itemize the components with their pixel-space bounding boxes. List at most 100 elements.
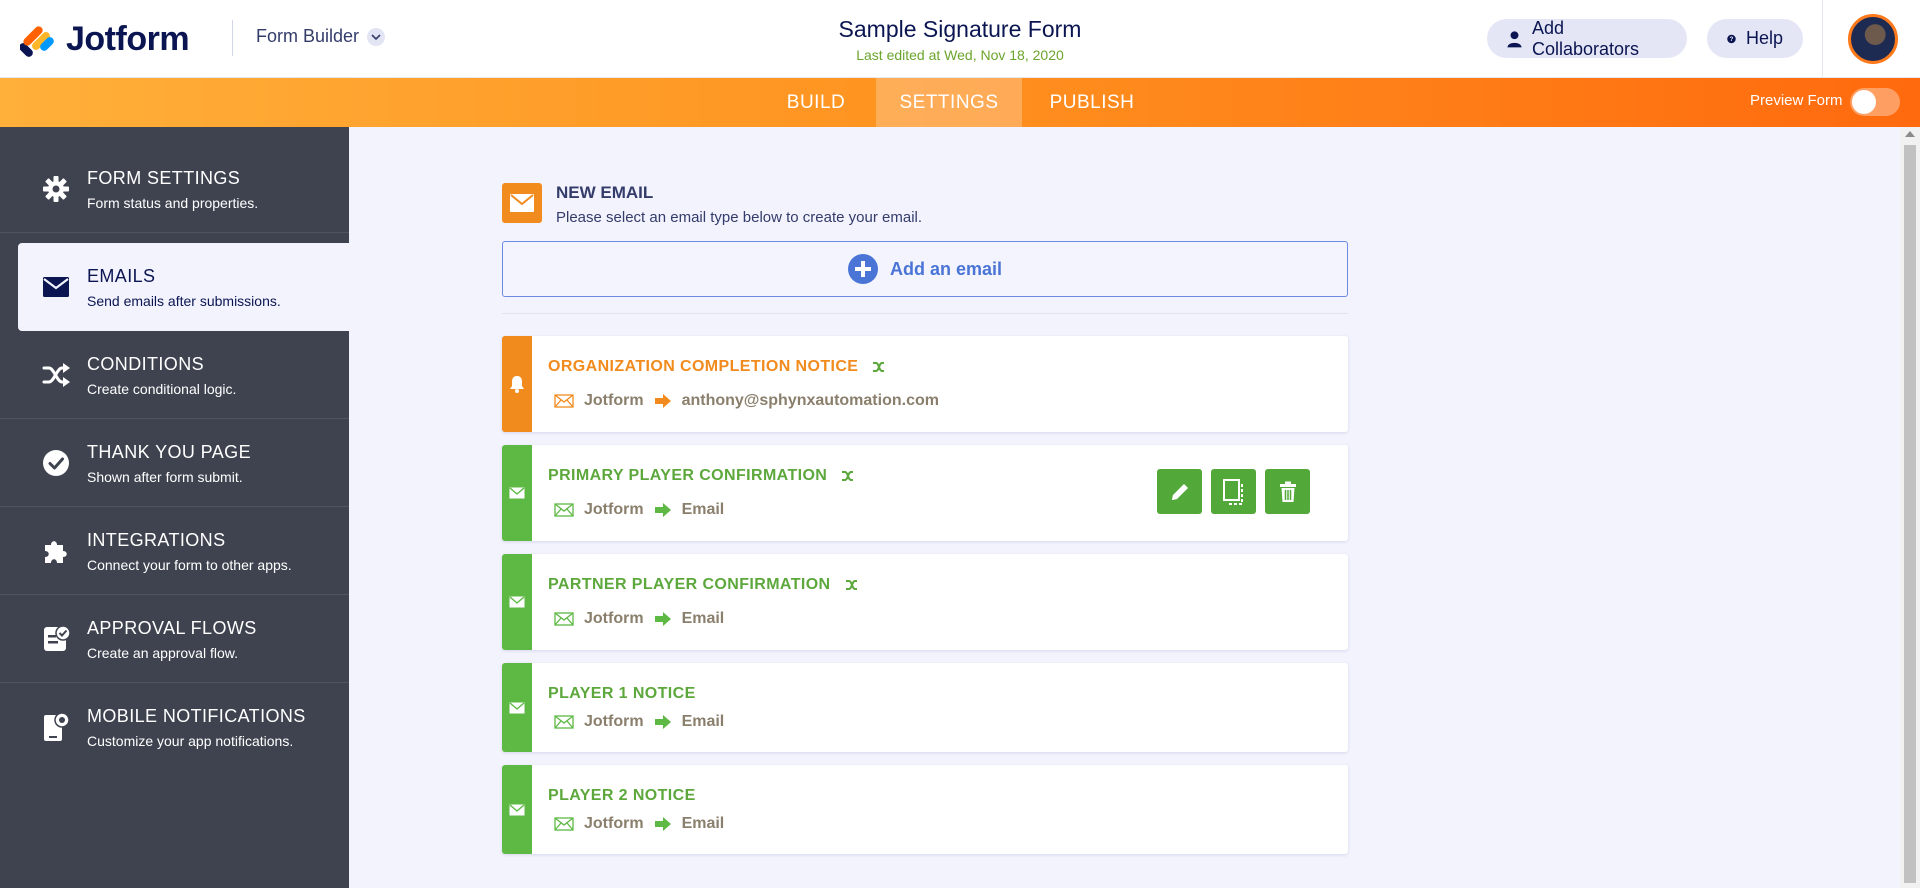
add-email-button[interactable]: Add an email [502, 241, 1348, 297]
email-type-bar [502, 554, 532, 650]
email-card-organization-completion-notice[interactable]: ORGANIZATION COMPLETION NOTICE Jotform a… [502, 336, 1348, 432]
scrollbar-thumb[interactable] [1904, 145, 1916, 883]
envelope-outline-icon [554, 612, 574, 626]
envelope-outline-icon [554, 715, 574, 729]
svg-text:?: ? [1730, 37, 1734, 43]
edit-email-button[interactable] [1157, 469, 1202, 514]
preview-form-toggle[interactable] [1850, 88, 1900, 116]
tab-publish[interactable]: PUBLISH [1032, 78, 1152, 127]
help-label: Help [1745, 28, 1783, 48]
main-scrollbar[interactable] [1900, 127, 1920, 888]
email-route: Jotform Email [554, 501, 724, 519]
email-card-title: PLAYER 2 NOTICE [548, 787, 696, 805]
envelope-outline-icon [554, 394, 574, 408]
email-card-actions [1157, 469, 1310, 514]
sidebar-item-title: THANK YOU PAGE [87, 442, 251, 462]
sidebar-item-approval-flows[interactable]: APPROVAL FLOWS Create an approval flow. [0, 595, 349, 683]
header-divider-right [1822, 0, 1823, 78]
tab-build[interactable]: BUILD [766, 78, 866, 127]
add-email-label: Add an email [889, 258, 1003, 279]
logo-text: Jotform [66, 20, 190, 58]
help-button[interactable]: ? Help [1707, 19, 1803, 58]
jotform-logo-icon [19, 22, 56, 58]
shuffle-icon [40, 359, 72, 391]
envelope-icon [509, 803, 525, 815]
email-card-title: PRIMARY PLAYER CONFIRMATION [548, 467, 855, 485]
envelope-outline-icon [554, 503, 574, 517]
arrow-right-icon [654, 503, 671, 517]
add-collaborators-label: Add Collaborators [1531, 17, 1640, 59]
clone-email-button[interactable] [1211, 469, 1256, 514]
email-from: Jotform [584, 392, 644, 409]
email-card-title: PLAYER 1 NOTICE [548, 685, 696, 703]
sidebar-item-desc: Form status and properties. [87, 195, 259, 211]
sidebar-item-title: APPROVAL FLOWS [87, 618, 257, 638]
bell-icon [510, 376, 524, 393]
form-title[interactable]: Sample Signature Form [760, 16, 1160, 43]
delete-email-button[interactable] [1265, 469, 1310, 514]
sidebar-item-conditions[interactable]: CONDITIONS Create conditional logic. [0, 331, 349, 419]
form-builder-switch[interactable]: Form Builder [256, 26, 386, 47]
email-to: Email [681, 713, 725, 730]
chevron-down-icon [367, 27, 386, 46]
email-card-player-2-notice[interactable]: PLAYER 2 NOTICE Jotform Email [502, 765, 1348, 854]
toggle-knob [1852, 90, 1876, 114]
email-card-title: PARTNER PLAYER CONFIRMATION [548, 576, 859, 594]
sidebar-item-form-settings[interactable]: FORM SETTINGS Form status and properties… [0, 145, 349, 233]
sidebar-item-title: EMAILS [87, 266, 156, 286]
condition-icon [842, 471, 854, 481]
pencil-icon [1171, 483, 1188, 500]
sidebar-item-integrations[interactable]: INTEGRATIONS Connect your form to other … [0, 507, 349, 595]
envelope-icon [509, 701, 525, 713]
email-card-partner-player-confirmation[interactable]: PARTNER PLAYER CONFIRMATION Jotform Emai… [502, 554, 1348, 650]
email-to: Email [681, 501, 725, 518]
settings-sidebar: FORM SETTINGS Form status and properties… [0, 127, 349, 888]
avatar[interactable] [1848, 14, 1898, 64]
email-route: Jotform Email [554, 713, 724, 731]
sidebar-item-title: INTEGRATIONS [87, 530, 226, 550]
email-title-text: PRIMARY PLAYER CONFIRMATION [548, 467, 828, 484]
email-to: Email [681, 815, 725, 832]
email-route: Jotform Email [554, 815, 724, 833]
approval-icon [40, 623, 72, 655]
sidebar-item-title: FORM SETTINGS [87, 168, 241, 188]
top-header: Jotform Form Builder Sample Signature Fo… [0, 0, 1920, 78]
envelope-outline-icon [554, 817, 574, 831]
sidebar-item-title: CONDITIONS [87, 354, 205, 374]
add-collaborators-button[interactable]: Add Collaborators [1487, 17, 1687, 59]
email-from: Jotform [584, 501, 644, 518]
sidebar-item-desc: Connect your form to other apps. [87, 557, 292, 573]
email-card-primary-player-confirmation[interactable]: PRIMARY PLAYER CONFIRMATION Jotform Emai… [502, 445, 1348, 541]
condition-icon [845, 580, 857, 590]
sidebar-item-title: MOBILE NOTIFICATIONS [87, 706, 306, 726]
arrow-right-icon [654, 394, 671, 408]
gear-icon [40, 173, 72, 205]
builder-navbar: BUILD SETTINGS PUBLISH Preview Form [0, 78, 1920, 127]
jotform-logo[interactable]: Jotform [19, 20, 190, 59]
sidebar-item-emails[interactable]: EMAILS Send emails after submissions. [18, 243, 349, 331]
new-email-description: Please select an email type below to cre… [556, 209, 923, 226]
arrow-right-icon [654, 612, 671, 626]
envelope-icon [509, 487, 525, 499]
new-email-title: NEW EMAIL [556, 183, 654, 202]
email-from: Jotform [584, 713, 644, 730]
trash-icon [1279, 481, 1296, 502]
sidebar-item-desc: Send emails after submissions. [87, 293, 281, 309]
plus-circle-icon [847, 254, 878, 284]
sidebar-item-mobile-notifications[interactable]: MOBILE NOTIFICATIONS Customize your app … [0, 683, 349, 771]
envelope-icon [40, 271, 72, 303]
email-title-text: PARTNER PLAYER CONFIRMATION [548, 576, 831, 593]
email-card-player-1-notice[interactable]: PLAYER 1 NOTICE Jotform Email [502, 663, 1348, 752]
email-to: Email [681, 610, 725, 627]
email-route: Jotform anthony@sphynxautomation.com [554, 392, 939, 410]
email-type-bar [502, 663, 532, 752]
check-circle-icon [40, 447, 72, 479]
clone-icon [1222, 478, 1243, 505]
email-from: Jotform [584, 815, 644, 832]
scroll-up-arrow-icon[interactable] [1905, 131, 1915, 137]
email-to: anthony@sphynxautomation.com [681, 392, 939, 409]
sidebar-item-thank-you-page[interactable]: THANK YOU PAGE Shown after form submit. [0, 419, 349, 507]
tab-settings[interactable]: SETTINGS [876, 78, 1022, 127]
arrow-right-icon [654, 715, 671, 729]
sidebar-item-desc: Customize your app notifications. [87, 733, 294, 749]
